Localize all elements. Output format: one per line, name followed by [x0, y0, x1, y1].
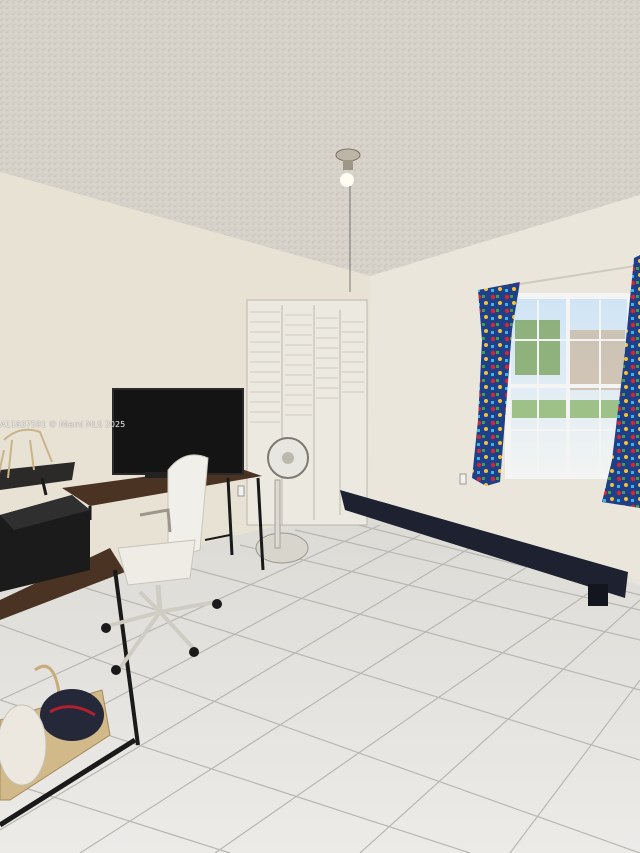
closet-doors [246, 299, 368, 526]
wall-outlet [237, 485, 245, 497]
mls-watermark: A11837591 © Miami MLS 2025 [0, 420, 126, 429]
wall-outlet [459, 473, 467, 485]
